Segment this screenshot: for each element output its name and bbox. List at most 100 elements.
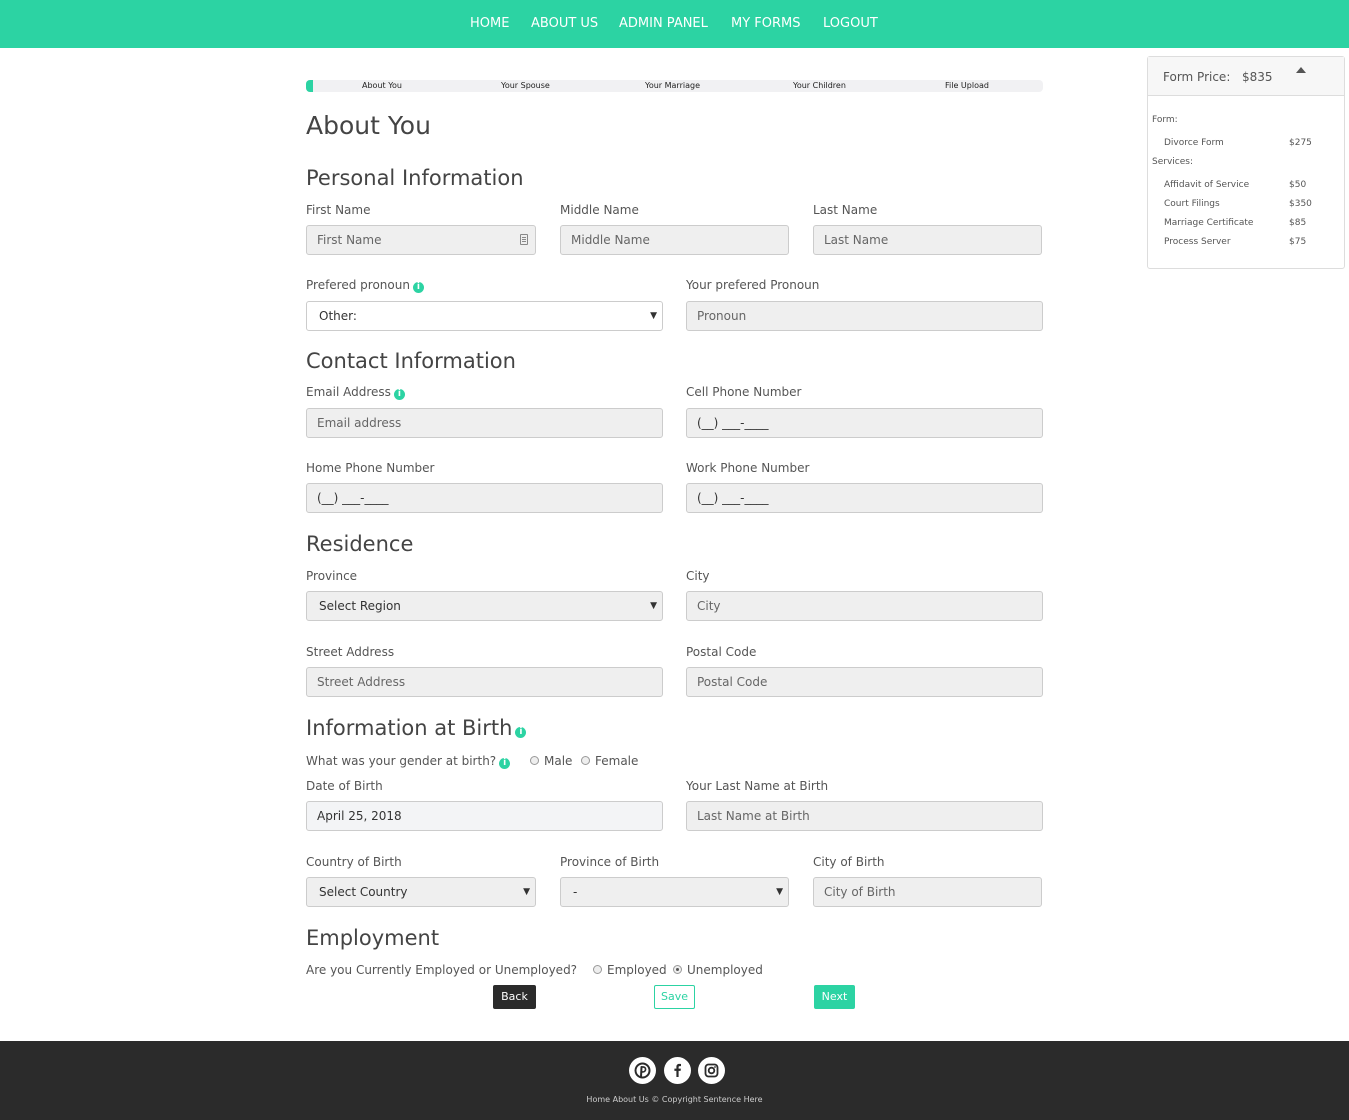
- custom-pronoun-placeholder: Pronoun: [697, 309, 747, 323]
- contact-card-icon: [520, 234, 528, 245]
- price-item-name: Process Server: [1164, 237, 1231, 247]
- pinterest-icon[interactable]: [629, 1057, 656, 1084]
- facebook-icon[interactable]: [664, 1057, 691, 1084]
- gender-radio-male[interactable]: Male: [530, 754, 572, 768]
- back-button[interactable]: Back: [493, 985, 536, 1009]
- collapse-arrow-icon[interactable]: [1296, 67, 1306, 73]
- country-of-birth-value: Select Country: [319, 885, 408, 899]
- caret-down-icon: ▼: [650, 311, 657, 321]
- price-item-amount: $275: [1289, 138, 1312, 148]
- progress-step-your-spouse: Your Spouse: [501, 81, 550, 90]
- price-item-name: Affidavit of Service: [1164, 180, 1250, 190]
- work-phone-label: Work Phone Number: [686, 461, 810, 475]
- progress-step-file-upload: File Upload: [945, 81, 989, 90]
- postal-code-label: Postal Code: [686, 645, 757, 659]
- info-icon[interactable]: i: [393, 389, 405, 400]
- last-name-label: Last Name: [813, 203, 878, 217]
- email-input[interactable]: Email address: [306, 408, 663, 438]
- progress-step-your-marriage: Your Marriage: [645, 81, 700, 90]
- postal-code-placeholder: Postal Code: [697, 675, 768, 689]
- birth-last-name-label: Your Last Name at Birth: [686, 779, 829, 793]
- info-icon[interactable]: i: [499, 758, 511, 769]
- postal-code-input[interactable]: Postal Code: [686, 667, 1043, 697]
- gender-radio-female[interactable]: Female: [581, 754, 638, 768]
- page-title: About You: [306, 111, 431, 140]
- radio-button-selected[interactable]: [673, 965, 682, 974]
- home-phone-input[interactable]: (__) ___-____: [306, 483, 663, 513]
- form-price-title: Form Price:: [1163, 70, 1231, 84]
- pronoun-select[interactable]: Other: ▼: [306, 301, 663, 331]
- price-item-amount: $350: [1289, 199, 1312, 209]
- work-phone-mask: (__) ___-____: [697, 491, 769, 505]
- date-of-birth-input[interactable]: April 25, 2018: [306, 801, 663, 831]
- city-of-birth-input[interactable]: City of Birth: [813, 877, 1042, 907]
- city-of-birth-label: City of Birth: [813, 855, 885, 869]
- caret-down-icon: ▼: [776, 887, 783, 897]
- city-of-birth-placeholder: City of Birth: [824, 885, 896, 899]
- contact-information-heading: Contact Information: [306, 349, 516, 373]
- province-select[interactable]: Select Region ▼: [306, 591, 663, 621]
- footer: Home About Us © Copyright Sentence Here: [0, 1041, 1349, 1120]
- country-of-birth-select[interactable]: Select Country ▼: [306, 877, 536, 907]
- custom-pronoun-label: Your prefered Pronoun: [686, 278, 820, 292]
- country-of-birth-label: Country of Birth: [306, 855, 402, 869]
- email-label: Email Address i: [306, 385, 405, 400]
- radio-button[interactable]: [530, 756, 539, 765]
- city-input[interactable]: City: [686, 591, 1043, 621]
- info-icon[interactable]: i: [515, 727, 527, 738]
- last-name-placeholder: Last Name: [824, 233, 889, 247]
- pronoun-label-text: Prefered pronoun: [306, 278, 410, 292]
- radio-button[interactable]: [581, 756, 590, 765]
- province-of-birth-value: -: [573, 885, 578, 899]
- nav-home[interactable]: HOME: [470, 16, 509, 31]
- first-name-placeholder: First Name: [317, 233, 382, 247]
- save-button[interactable]: Save: [654, 985, 695, 1009]
- form-section-label: Form:: [1152, 115, 1178, 125]
- cell-phone-mask: (__) ___-____: [697, 416, 769, 430]
- price-item-name: Marriage Certificate: [1164, 218, 1254, 228]
- instagram-icon[interactable]: [698, 1057, 725, 1084]
- province-select-value: Select Region: [319, 599, 401, 613]
- email-placeholder: Email address: [317, 416, 402, 430]
- birth-last-name-input[interactable]: Last Name at Birth: [686, 801, 1043, 831]
- pronoun-select-value: Other:: [319, 309, 357, 323]
- footer-links[interactable]: Home About Us © Copyright Sentence Here: [0, 1095, 1349, 1104]
- province-of-birth-select[interactable]: - ▼: [560, 877, 789, 907]
- city-label: City: [686, 569, 710, 583]
- form-price-panel: Form Price: $835 Form: Divorce Form $275…: [1147, 56, 1345, 269]
- street-address-input[interactable]: Street Address: [306, 667, 663, 697]
- progress-step-about-you: About You: [362, 81, 402, 90]
- email-label-text: Email Address: [306, 385, 391, 399]
- price-item-amount: $85: [1289, 218, 1307, 228]
- radio-button[interactable]: [593, 965, 602, 974]
- caret-down-icon: ▼: [650, 601, 657, 611]
- next-button[interactable]: Next: [814, 985, 855, 1009]
- info-icon[interactable]: i: [412, 282, 424, 293]
- personal-information-heading: Personal Information: [306, 166, 524, 190]
- nav-admin-panel[interactable]: ADMIN PANEL: [619, 16, 708, 31]
- middle-name-placeholder: Middle Name: [571, 233, 650, 247]
- city-placeholder: City: [697, 599, 721, 613]
- nav-about-us[interactable]: ABOUT US: [531, 16, 598, 31]
- middle-name-label: Middle Name: [560, 203, 639, 217]
- price-panel-header[interactable]: Form Price: $835: [1148, 57, 1344, 96]
- progress-fill: [306, 80, 313, 92]
- price-item-amount: $50: [1289, 180, 1307, 190]
- street-address-placeholder: Street Address: [317, 675, 406, 689]
- gender-question-text: What was your gender at birth?: [306, 754, 497, 768]
- middle-name-input[interactable]: Middle Name: [560, 225, 789, 255]
- employment-radio-unemployed[interactable]: Unemployed: [673, 963, 763, 977]
- work-phone-input[interactable]: (__) ___-____: [686, 483, 1043, 513]
- nav-logout[interactable]: LOGOUT: [823, 16, 878, 31]
- employment-radio-employed[interactable]: Employed: [593, 963, 667, 977]
- custom-pronoun-input[interactable]: Pronoun: [686, 301, 1043, 331]
- price-item-amount: $75: [1289, 237, 1307, 247]
- birth-last-name-placeholder: Last Name at Birth: [697, 809, 810, 823]
- nav-my-forms[interactable]: MY FORMS: [731, 16, 801, 31]
- home-phone-mask: (__) ___-____: [317, 491, 389, 505]
- first-name-input[interactable]: First Name: [306, 225, 536, 255]
- cell-phone-input[interactable]: (__) ___-____: [686, 408, 1043, 438]
- cell-phone-label: Cell Phone Number: [686, 385, 802, 399]
- birth-information-heading: Information at Birth i: [306, 716, 527, 740]
- last-name-input[interactable]: Last Name: [813, 225, 1042, 255]
